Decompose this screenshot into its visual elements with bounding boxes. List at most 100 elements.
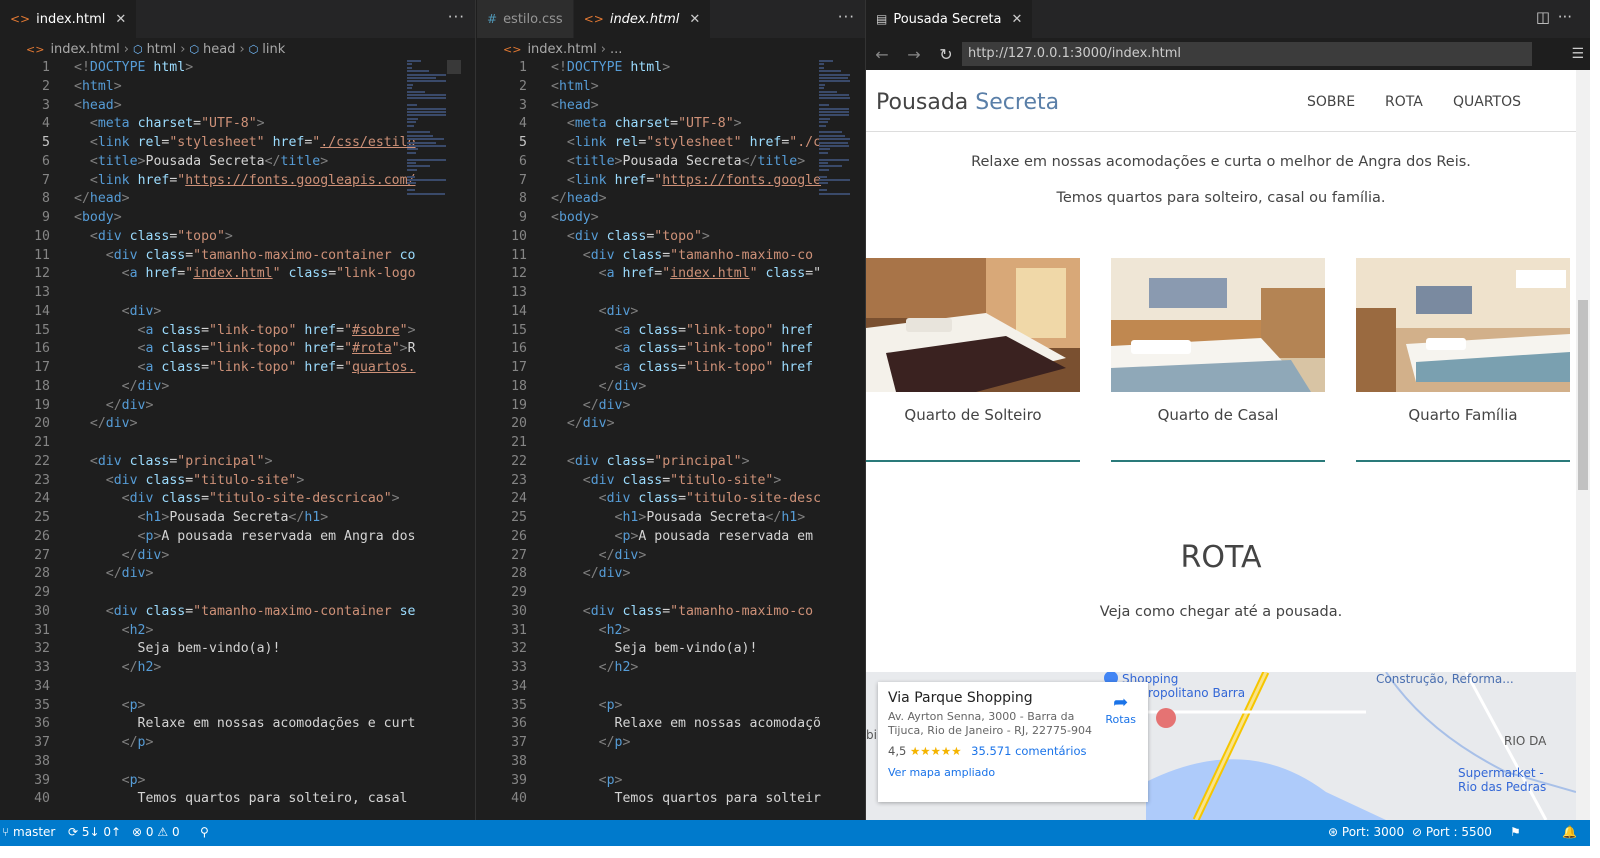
code-line[interactable]: 29 [477,583,865,602]
code-line[interactable]: 21 [477,433,865,452]
site-logo[interactable]: Pousada Secreta [876,90,1059,115]
close-icon[interactable]: ✕ [115,12,126,27]
code-line[interactable]: 37 </p> [477,733,865,752]
code-line[interactable]: 2 <html> [0,77,475,96]
nav-link-rota[interactable]: ROTA [1385,94,1423,110]
code-editor[interactable]: 1 <!DOCTYPE html> 2 <html> 3 <head> 4 <meta ch… [477,58,865,820]
code-line[interactable]: 5 <link rel="stylesheet" href="./c [477,133,865,152]
code-line[interactable]: 24 <div class="titulo-site-desc [477,489,865,508]
scrollbar[interactable] [447,60,461,74]
code-line[interactable]: 30 <div class="tamanho-maximo-co [477,602,865,621]
split-editor-icon[interactable]: ◫ [1536,8,1550,26]
code-line[interactable]: 20 </div> [0,414,475,433]
breadcrumb-item[interactable]: ... [610,42,622,57]
code-line[interactable]: 16 <a class="link-topo" href [477,339,865,358]
code-line[interactable]: 11 <div class="tamanho-maximo-container … [0,246,475,265]
code-line[interactable]: 8 </head> [477,189,865,208]
feedback-icon[interactable]: ⚑ [1510,825,1521,839]
code-line[interactable]: 14 <div> [0,302,475,321]
breadcrumb-item[interactable]: index.html [50,42,119,57]
code-line[interactable]: 7 <link href="https://fonts.googleapis.c… [0,171,475,190]
close-icon[interactable]: ✕ [1012,12,1023,27]
code-line[interactable]: 23 <div class="titulo-site"> [0,471,475,490]
tab-index-html[interactable]: <> index.html ✕ [573,0,712,38]
code-line[interactable]: 34 [477,677,865,696]
live-share-icon[interactable]: ⚲ [200,825,209,839]
code-line[interactable]: 1 <!DOCTYPE html> [477,58,865,77]
reviews-link[interactable]: 35.571 comentários [971,744,1086,758]
forward-arrow-icon[interactable]: → [898,45,930,64]
code-line[interactable]: 12 <a href="index.html" class="link-logo [0,264,475,283]
code-line[interactable]: 18 </div> [477,377,865,396]
code-line[interactable]: 38 [477,752,865,771]
tab-index-html[interactable]: <> index.html ✕ [0,0,138,38]
code-line[interactable]: 35 <p> [0,696,475,715]
breadcrumb-item[interactable]: index.html [527,42,596,57]
larger-map-link[interactable]: Ver mapa ampliado [888,766,1138,779]
code-line[interactable]: 29 [0,583,475,602]
code-line[interactable]: 1 <!DOCTYPE html> [0,58,475,77]
code-line[interactable]: 35 <p> [477,696,865,715]
code-line[interactable]: 36 Relaxe em nossas acomodaçõ [477,714,865,733]
breadcrumb-item[interactable]: link [262,42,285,57]
code-line[interactable]: 32 Seja bem-vindo(a)! [0,639,475,658]
code-line[interactable]: 31 <h2> [477,621,865,640]
code-line[interactable]: 4 <meta charset="UTF-8"> [477,114,865,133]
code-line[interactable]: 11 <div class="tamanho-maximo-co [477,246,865,265]
code-line[interactable]: 6 <title>Pousada Secreta</title> [0,152,475,171]
map-embed[interactable]: Shopping ropolitano Barra Construção, Re… [866,672,1576,820]
code-line[interactable]: 3 <head> [477,96,865,115]
notifications-icon[interactable]: 🔔 [1562,825,1577,839]
code-line[interactable]: 23 <div class="titulo-site"> [477,471,865,490]
code-line[interactable]: 25 <h1>Pousada Secreta</h1> [0,508,475,527]
code-line[interactable]: 28 </div> [477,564,865,583]
preview-scrollbar[interactable] [1576,70,1590,820]
menu-icon[interactable]: ☰ [1571,46,1584,62]
code-line[interactable]: 14 <div> [477,302,865,321]
minimap[interactable] [405,60,449,410]
code-line[interactable]: 9 <body> [477,208,865,227]
code-line[interactable]: 27 </div> [477,546,865,565]
nav-link-sobre[interactable]: SOBRE [1307,94,1355,110]
code-line[interactable]: 22 <div class="principal"> [0,452,475,471]
breadcrumb-item[interactable]: head [203,42,235,57]
code-line[interactable]: 12 <a href="index.html" class=" [477,264,865,283]
code-line[interactable]: 10 <div class="topo"> [477,227,865,246]
code-line[interactable]: 37 </p> [0,733,475,752]
code-line[interactable]: 25 <h1>Pousada Secreta</h1> [477,508,865,527]
scrollbar-thumb[interactable] [1578,300,1588,490]
code-line[interactable]: 4 <meta charset="UTF-8"> [0,114,475,133]
code-line[interactable]: 13 [477,283,865,302]
code-line[interactable]: 30 <div class="tamanho-maximo-container … [0,602,475,621]
code-line[interactable]: 19 </div> [477,396,865,415]
directions-button[interactable]: ➦ Rotas [1105,692,1136,726]
code-line[interactable]: 24 <div class="titulo-site-descricao"> [0,489,475,508]
code-line[interactable]: 19 </div> [0,396,475,415]
code-line[interactable]: 21 [0,433,475,452]
port-5500[interactable]: ⊘ Port : 5500 [1412,825,1492,839]
code-line[interactable]: 17 <a class="link-topo" href="quartos. [0,358,475,377]
breadcrumb-item[interactable]: html [147,42,177,57]
code-line[interactable]: 26 <p>A pousada reservada em Angra dos [0,527,475,546]
code-line[interactable]: 28 </div> [0,564,475,583]
code-line[interactable]: 8 </head> [0,189,475,208]
code-line[interactable]: 40 Temos quartos para solteiro, casal [0,789,475,808]
tab-estilo-css[interactable]: # estilo.css [477,0,574,38]
code-line[interactable]: 27 </div> [0,546,475,565]
url-input[interactable]: http://127.0.0.1:3000/index.html [962,42,1532,66]
port-3000[interactable]: ⊛ Port: 3000 [1328,825,1404,839]
more-actions-icon[interactable]: ··· [1558,8,1572,26]
code-line[interactable]: 38 [0,752,475,771]
code-line[interactable]: 17 <a class="link-topo" href [477,358,865,377]
code-line[interactable]: 33 </h2> [477,658,865,677]
code-line[interactable]: 15 <a class="link-topo" href [477,321,865,340]
code-line[interactable]: 34 [0,677,475,696]
code-line[interactable]: 18 </div> [0,377,475,396]
code-line[interactable]: 40 Temos quartos para solteir [477,789,865,808]
code-line[interactable]: 33 </h2> [0,658,475,677]
code-line[interactable]: 36 Relaxe em nossas acomodações e curt [0,714,475,733]
code-line[interactable]: 6 <title>Pousada Secreta</title> [477,152,865,171]
tab-preview[interactable]: ▤ Pousada Secreta ✕ [866,0,1034,38]
branch-indicator[interactable]: ⑂ master [2,825,55,839]
problems-indicator[interactable]: ⊗ 0 ⚠ 0 [132,825,180,839]
